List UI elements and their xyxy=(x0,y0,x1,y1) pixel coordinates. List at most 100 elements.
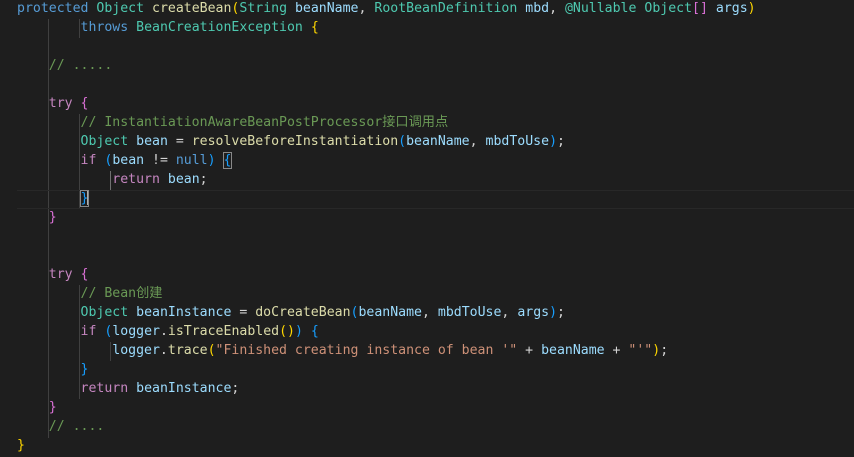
code-token: + xyxy=(517,343,542,358)
code-token: . xyxy=(159,324,168,339)
code-line[interactable]: Object bean = resolveBeforeInstantiation… xyxy=(17,132,565,151)
code-token: bean xyxy=(136,134,168,149)
code-token: , xyxy=(549,1,565,16)
code-token: resolveBeforeInstantiation xyxy=(191,134,399,149)
code-token: ( xyxy=(398,134,407,149)
code-token: beanName xyxy=(358,305,422,320)
code-token: mbd xyxy=(525,1,550,16)
code-line[interactable]: Object beanInstance = doCreateBean(beanN… xyxy=(17,303,565,322)
code-token: createBean xyxy=(152,1,232,16)
code-line[interactable]: } xyxy=(17,398,57,417)
code-token: if xyxy=(80,153,97,168)
code-line[interactable]: } xyxy=(17,360,89,379)
code-line[interactable]: } xyxy=(17,189,90,208)
code-token: , xyxy=(358,1,375,16)
code-token: } xyxy=(80,362,89,377)
code-token: Object xyxy=(80,134,129,149)
code-token: , xyxy=(469,134,486,149)
code-line[interactable]: protected Object createBean(String beanN… xyxy=(17,0,756,18)
code-line[interactable]: logger.trace("Finished creating instance… xyxy=(17,341,668,360)
code-token: return xyxy=(80,381,129,396)
code-line[interactable]: // ..... xyxy=(17,56,113,75)
code-token: "'" xyxy=(628,343,653,358)
code-line[interactable]: return bean; xyxy=(17,170,208,189)
code-line[interactable]: // Bean创建 xyxy=(17,284,163,303)
code-token: logger xyxy=(112,343,160,358)
code-line[interactable]: try { xyxy=(17,265,89,284)
code-line[interactable]: if (bean != null) { xyxy=(17,151,233,170)
code-token: = xyxy=(231,305,256,320)
code-token: trace xyxy=(167,343,208,358)
code-token: Object xyxy=(644,1,693,16)
code-token: // .... xyxy=(48,419,105,434)
code-editor[interactable]: protected Object createBean (String beanN… xyxy=(0,0,854,457)
code-token: beanName xyxy=(294,1,359,16)
code-token: mbdToUse xyxy=(485,134,550,149)
code-token: bean xyxy=(167,172,200,187)
code-token: Object xyxy=(80,305,129,320)
code-token: args xyxy=(517,305,550,320)
code-token: { xyxy=(310,324,319,339)
code-token: () xyxy=(279,324,295,339)
code-token: ) xyxy=(652,343,661,358)
code-token: [] xyxy=(692,1,708,16)
code-token: beanInstance xyxy=(136,381,232,396)
code-token: args xyxy=(715,1,748,16)
code-token: doCreateBean xyxy=(255,305,351,320)
code-token: { xyxy=(310,20,319,35)
code-token: ) xyxy=(549,305,558,320)
code-token: ) xyxy=(207,153,216,168)
code-token: try xyxy=(48,96,73,111)
code-token: throws xyxy=(80,20,129,35)
code-token: + xyxy=(604,343,629,358)
code-line[interactable]: try { xyxy=(17,94,89,113)
code-token: ; xyxy=(660,343,669,358)
code-line[interactable]: // InstantiationAwareBeanPostProcessor接口… xyxy=(17,113,449,132)
code-token: beanName xyxy=(541,343,605,358)
code-token: { xyxy=(80,96,89,111)
code-token: if xyxy=(80,324,97,339)
code-token: protected xyxy=(17,1,89,16)
code-token: } xyxy=(48,210,57,225)
code-line[interactable]: if (logger.isTraceEnabled()) { xyxy=(17,322,319,341)
code-line[interactable]: } xyxy=(17,208,57,227)
code-token: beanInstance xyxy=(136,305,232,320)
code-token: ; xyxy=(231,381,240,396)
code-token: ; xyxy=(557,134,565,149)
code-token: ) xyxy=(549,134,558,149)
code-line[interactable]: // .... xyxy=(17,417,105,436)
code-line[interactable]: return beanInstance; xyxy=(17,379,240,398)
code-token: try xyxy=(48,267,73,282)
code-token: ) xyxy=(294,324,303,339)
code-token: , xyxy=(422,305,438,320)
code-token: bean xyxy=(112,153,145,168)
code-token: null xyxy=(175,153,208,168)
code-token: isTraceEnabled xyxy=(167,324,280,339)
text-cursor xyxy=(87,190,90,205)
code-token: ) xyxy=(747,1,756,16)
code-token: = xyxy=(167,134,192,149)
code-token: ; xyxy=(199,172,208,187)
code-line[interactable]: throws BeanCreationException { xyxy=(17,18,319,37)
code-line[interactable]: } xyxy=(17,436,25,455)
